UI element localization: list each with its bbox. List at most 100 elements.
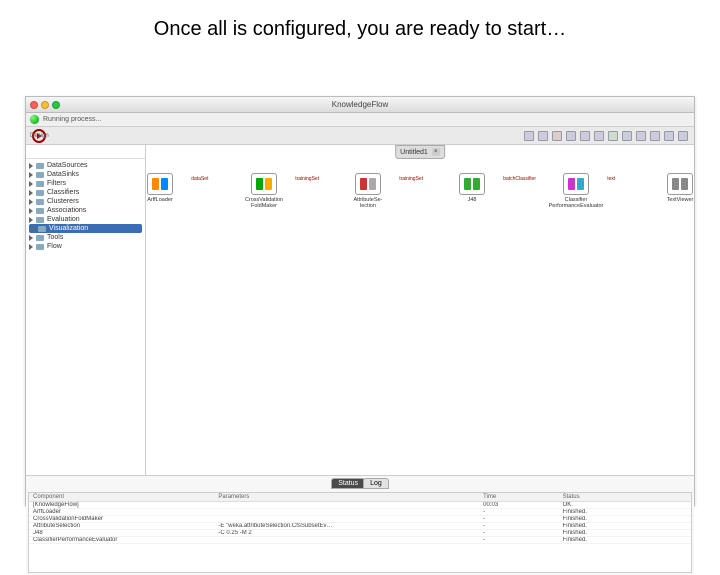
connection-label: trainingSet [399, 176, 423, 182]
layout-icon[interactable] [650, 131, 660, 141]
cell-p: -C 0.25 -M 2 [214, 530, 479, 537]
node-label: J48 [468, 197, 477, 203]
tree-item-evaluation[interactable]: Evaluation [29, 215, 142, 224]
design-label: Design [30, 133, 49, 139]
undo-icon[interactable] [580, 131, 590, 141]
bottom-tabs: Status Log [26, 476, 694, 490]
flow-node[interactable]: J48 [437, 173, 507, 203]
col-status: Status [559, 493, 691, 502]
cell-c: ClassifierPerformanceEvaluator [29, 537, 214, 544]
process-bar: Running process... [26, 113, 694, 127]
zoom-window-icon[interactable] [52, 101, 60, 109]
toolbar-icons [524, 131, 688, 141]
flow-node[interactable]: AttributeSe- lection [333, 173, 403, 209]
flow-node[interactable]: CrossValidation FoldMaker [229, 173, 299, 209]
node-icon [251, 173, 277, 195]
tree-label: DataSinks [47, 171, 79, 178]
close-tab-icon[interactable]: × [432, 148, 440, 156]
expand-icon [29, 190, 33, 196]
tree-label: Visualization [49, 225, 88, 232]
expand-icon [31, 226, 35, 232]
flow-node[interactable]: Classifier PerformanceEvaluator [541, 173, 611, 209]
tree-item-flow[interactable]: Flow [29, 242, 142, 251]
tree-item-associations[interactable]: Associations [29, 206, 142, 215]
cut-icon[interactable] [524, 131, 534, 141]
table-row: [KnowledgeFlow]00:03OK. [29, 502, 691, 509]
expand-icon [29, 163, 33, 169]
zoom-in-icon[interactable] [622, 131, 632, 141]
cell-p [214, 502, 479, 509]
expand-icon [29, 172, 33, 178]
cell-s: Finished. [559, 530, 691, 537]
copy-icon[interactable] [538, 131, 548, 141]
node-label: ArffLoader [147, 197, 173, 203]
select-all-icon[interactable] [608, 131, 618, 141]
tree-label: Classifiers [47, 189, 79, 196]
minimize-window-icon[interactable] [41, 101, 49, 109]
delete-icon[interactable] [566, 131, 576, 141]
table-row: ArffLoader-Finished. [29, 509, 691, 516]
help-icon[interactable] [678, 131, 688, 141]
cell-p [214, 509, 479, 516]
cell-s: OK. [559, 502, 691, 509]
tree-label: Evaluation [47, 216, 80, 223]
tree-item-visualization[interactable]: Visualization [29, 224, 142, 233]
tree-label: Flow [47, 243, 62, 250]
bottom-panel: Status Log Component Parameters Time Sta… [26, 475, 694, 575]
node-icon [563, 173, 589, 195]
cell-c: ArffLoader [29, 509, 214, 516]
status-table: Component Parameters Time Status [Knowle… [28, 492, 692, 573]
node-label: Classifier PerformanceEvaluator [549, 197, 604, 209]
table-row: J48-C 0.25 -M 2-Finished. [29, 530, 691, 537]
tree-label: Filters [47, 180, 66, 187]
node-label: TextViewer [667, 197, 694, 203]
app-window: KnowledgeFlow Running process... Design … [25, 96, 695, 506]
cell-p [214, 537, 479, 544]
node-icon [667, 173, 693, 195]
save-icon[interactable] [664, 131, 674, 141]
flow-canvas[interactable]: Untitled1 × ArffLoaderdataSetCrossValida… [146, 145, 694, 475]
folder-icon [36, 244, 44, 250]
table-row: CrossValidationFoldMaker-Finished. [29, 516, 691, 523]
folder-icon [36, 217, 44, 223]
col-time: Time [479, 493, 558, 502]
toolbar: Design [26, 127, 694, 145]
connection-label: dataSet [191, 176, 208, 182]
table-row: ClassifierPerformanceEvaluator-Finished. [29, 537, 691, 544]
connection-label: trainingSet [295, 176, 319, 182]
process-label: Running process... [43, 116, 101, 123]
tab-log[interactable]: Log [363, 478, 389, 489]
cell-c: J48 [29, 530, 214, 537]
tree-label: Associations [47, 207, 86, 214]
folder-icon [36, 199, 44, 205]
table-row: AttributeSelection-E "weka.attributeSele… [29, 523, 691, 530]
node-icon [147, 173, 173, 195]
cell-s: Finished. [559, 523, 691, 530]
cell-t: - [479, 537, 558, 544]
flow-nodes: ArffLoaderdataSetCrossValidation FoldMak… [160, 173, 680, 233]
window-controls [30, 101, 60, 109]
close-window-icon[interactable] [30, 101, 38, 109]
zoom-out-icon[interactable] [636, 131, 646, 141]
tab-status[interactable]: Status [331, 478, 365, 489]
flow-node[interactable]: TextViewer [645, 173, 715, 203]
tree-label: Tools [47, 234, 63, 241]
search-input[interactable] [26, 145, 145, 159]
node-label: AttributeSe- lection [353, 197, 382, 209]
canvas-tab[interactable]: Untitled1 × [395, 145, 445, 159]
folder-icon [36, 181, 44, 187]
tree-label: Clusterers [47, 198, 79, 205]
cell-s: Finished. [559, 516, 691, 523]
cell-p [214, 516, 479, 523]
paste-icon[interactable] [552, 131, 562, 141]
folder-icon [38, 226, 46, 232]
note-icon[interactable] [594, 131, 604, 141]
flow-node[interactable]: ArffLoader [125, 173, 195, 203]
running-indicator-icon [30, 115, 39, 124]
tree-item-tools[interactable]: Tools [29, 233, 142, 242]
col-component: Component [29, 493, 214, 502]
expand-icon [29, 244, 33, 250]
window-title: KnowledgeFlow [332, 100, 388, 109]
tree-item-datasources[interactable]: DataSources [29, 161, 142, 170]
tree-label: DataSources [47, 162, 87, 169]
